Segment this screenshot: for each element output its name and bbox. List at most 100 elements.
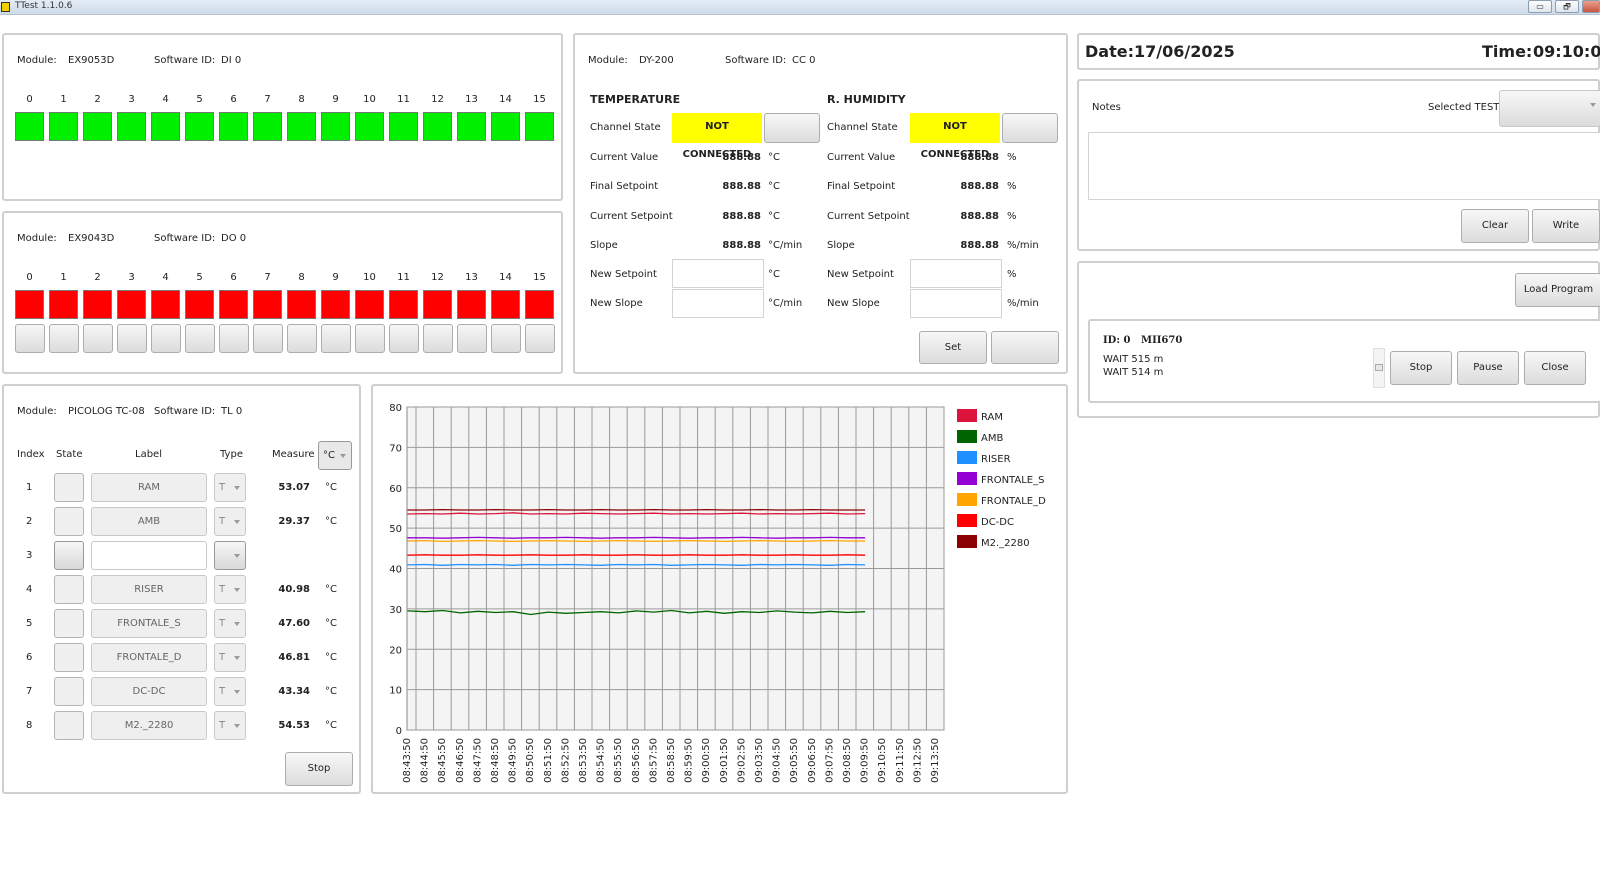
tc-row-label[interactable]: FRONTALE_S	[91, 609, 207, 638]
do-toggle-button[interactable]	[457, 324, 487, 353]
x-tick-label: 08:59:50	[684, 738, 695, 783]
tc-row-type[interactable]: T	[214, 507, 246, 536]
scrollbar-thumb[interactable]	[1375, 364, 1383, 371]
tc-row-state[interactable]	[54, 643, 84, 672]
tc-row-label[interactable]: FRONTALE_D	[91, 643, 207, 672]
window-title: TTest 1.1.0.6	[15, 1, 73, 11]
do-toggle-button[interactable]	[423, 324, 453, 353]
tc-row-state[interactable]	[54, 507, 84, 536]
x-tick-label: 08:57:50	[648, 738, 659, 783]
notes-textarea[interactable]	[1088, 132, 1600, 200]
hum-slope: 888.88	[960, 240, 999, 251]
tc-row-label[interactable]: AMB	[91, 507, 207, 536]
do-toggle-button[interactable]	[185, 324, 215, 353]
temp-connect-button[interactable]	[764, 113, 820, 143]
clear-button[interactable]: Clear	[1461, 209, 1529, 243]
do-toggle-button[interactable]	[491, 324, 521, 353]
tc-row-unit: °C	[325, 652, 337, 663]
di-led	[49, 112, 78, 141]
temp-new-slope-input[interactable]	[672, 289, 764, 318]
x-tick-label: 09:07:50	[824, 738, 835, 783]
tc-row-state[interactable]	[54, 575, 84, 604]
time-label: Time:	[1482, 42, 1533, 61]
temp-new-slope-unit: °C/min	[768, 298, 803, 309]
tc-row-label[interactable]	[91, 541, 207, 570]
tc-row-index: 1	[26, 482, 33, 493]
do-toggle-button[interactable]	[117, 324, 147, 353]
do-toggle-button[interactable]	[525, 324, 555, 353]
dy-blank-button[interactable]	[991, 331, 1059, 364]
tc-row-state[interactable]	[54, 541, 84, 570]
tc-row-label[interactable]: RISER	[91, 575, 207, 604]
hum-new-setpoint-input[interactable]	[910, 259, 1002, 288]
di-sw-label: Software ID:	[154, 55, 216, 66]
set-button[interactable]: Set	[919, 331, 987, 364]
di-channel-number: 12	[431, 94, 444, 105]
selected-test-dropdown[interactable]	[1499, 90, 1600, 127]
do-toggle-button[interactable]	[287, 324, 317, 353]
do-toggle-button[interactable]	[15, 324, 45, 353]
close-button[interactable]: Close	[1524, 351, 1586, 385]
tc-row-state[interactable]	[54, 711, 84, 740]
tc-row-type[interactable]: T	[214, 711, 246, 740]
tc-row-type[interactable]: T	[214, 643, 246, 672]
hum-new-slope-input[interactable]	[910, 289, 1002, 318]
do-toggle-button[interactable]	[49, 324, 79, 353]
di-channel-number: 8	[298, 94, 305, 105]
do-toggle-button[interactable]	[389, 324, 419, 353]
tc-row-type[interactable]: T	[214, 473, 246, 502]
restore-button[interactable]: 🗗	[1555, 0, 1579, 13]
di-channel-number: 4	[162, 94, 169, 105]
tc-row-state[interactable]	[54, 609, 84, 638]
tc-row-label[interactable]: M2._2280	[91, 711, 207, 740]
do-toggle-button[interactable]	[253, 324, 283, 353]
do-channel-number: 0	[26, 272, 33, 283]
close-window-button[interactable]	[1582, 0, 1600, 13]
tc-row-type[interactable]	[214, 541, 246, 570]
tc-row-label[interactable]: RAM	[91, 473, 207, 502]
tc-row-type[interactable]: T	[214, 677, 246, 706]
di-channel-number: 1	[60, 94, 67, 105]
tc-row-type[interactable]: T	[214, 575, 246, 604]
unit-select[interactable]: °C	[318, 441, 352, 470]
do-toggle-button[interactable]	[151, 324, 181, 353]
write-button[interactable]: Write	[1532, 209, 1600, 243]
pause-button[interactable]: Pause	[1457, 351, 1519, 385]
program-panel: Load Program ID: 0 MII670 WAIT 515 m WAI…	[1077, 261, 1600, 418]
tc-row-index: 5	[26, 618, 33, 629]
do-led	[15, 290, 44, 319]
do-toggle-button[interactable]	[321, 324, 351, 353]
di-channel-number: 7	[264, 94, 271, 105]
dy-module-value: DY-200	[639, 55, 674, 66]
tc-row-type[interactable]: T	[214, 609, 246, 638]
y-tick-label: 60	[389, 484, 402, 495]
legend-label: FRONTALE_D	[981, 496, 1046, 507]
tc-row-index: 2	[26, 516, 33, 527]
tc-panel: Module: PICOLOG TC-08 Software ID: TL 0 …	[2, 384, 361, 794]
temp-final-sp-label: Final Setpoint	[590, 181, 659, 192]
tc-stop-button[interactable]: Stop	[285, 752, 353, 786]
tc-row-state[interactable]	[54, 473, 84, 502]
minimize-button[interactable]: ▭	[1528, 0, 1552, 13]
program-stop-button[interactable]: Stop	[1390, 351, 1452, 385]
do-led	[355, 290, 384, 319]
tc-row-label[interactable]: DC-DC	[91, 677, 207, 706]
do-led	[287, 290, 316, 319]
do-toggle-button[interactable]	[219, 324, 249, 353]
x-tick-label: 08:54:50	[596, 738, 607, 783]
hum-connect-button[interactable]	[1002, 113, 1058, 143]
program-scrollbar[interactable]	[1373, 348, 1385, 388]
di-channel-number: 11	[397, 94, 410, 105]
x-tick-label: 08:44:50	[420, 738, 431, 783]
legend-swatch	[957, 472, 977, 485]
temp-current-value-unit: °C	[768, 152, 780, 163]
tc-row-state[interactable]	[54, 677, 84, 706]
hum-new-slope-unit: %/min	[1007, 298, 1039, 309]
di-channel-number: 9	[332, 94, 339, 105]
temp-new-setpoint-input[interactable]	[672, 259, 764, 288]
time-value: 09:10:03	[1533, 42, 1600, 61]
do-toggle-button[interactable]	[83, 324, 113, 353]
do-toggle-button[interactable]	[355, 324, 385, 353]
load-program-button[interactable]: Load Program	[1515, 273, 1600, 307]
do-channel-number: 4	[162, 272, 169, 283]
